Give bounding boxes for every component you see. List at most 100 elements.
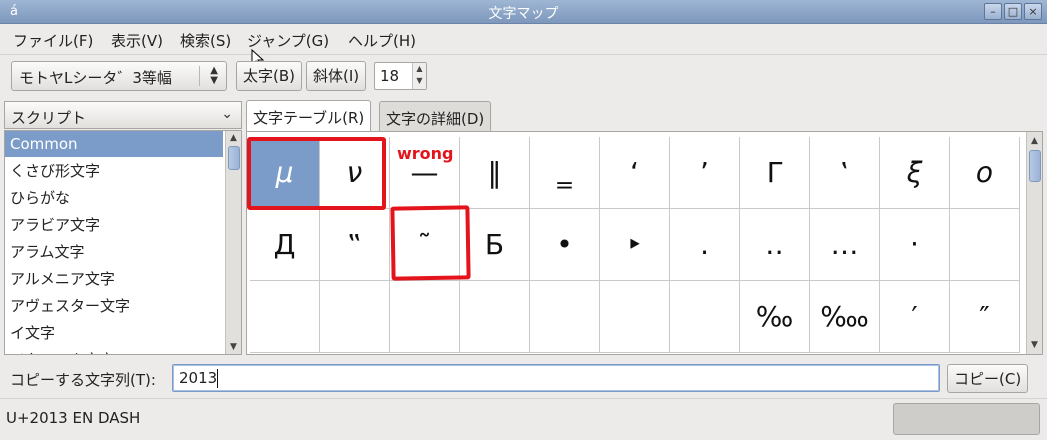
char-cell[interactable]: Д <box>250 209 320 281</box>
spinner-arrows-icon[interactable]: ▲ ▼ <box>412 63 426 89</box>
char-cell[interactable]: ‱ <box>810 281 880 353</box>
font-name: モトヤLシータ゛3等幅 <box>19 69 172 87</box>
font-size-spinner[interactable]: 18 ▲ ▼ <box>374 62 427 90</box>
character-grid: μ ν — ‖ ‗ ‘’ Γ ‛ ξ ο Д ‟ ˜ Б • ‣ ․ ‥… ‧ ‰ ‱ ′ ″ <box>250 137 1021 353</box>
copy-row: コピーする文字列(T): 2013 コピー(C) <box>0 360 1047 398</box>
scroll-up-icon[interactable]: ▲ <box>226 131 241 145</box>
char-cell[interactable] <box>670 281 740 353</box>
char-cell[interactable] <box>530 281 600 353</box>
char-cell[interactable]: ‗ <box>530 137 600 209</box>
tab-bar: 文字テーブル(R) 文字の詳細(D) <box>246 100 1046 132</box>
char-cell[interactable] <box>600 281 670 353</box>
char-cell[interactable]: μ <box>250 137 320 209</box>
char-cell[interactable] <box>390 281 460 353</box>
script-dropdown[interactable]: スクリプト ⌄ <box>4 101 242 129</box>
char-glyph: ‗ <box>557 156 572 189</box>
combo-separator <box>199 66 200 86</box>
script-item[interactable]: イ文字 <box>5 320 223 346</box>
menu-search[interactable]: 検索(S) <box>180 30 231 51</box>
char-cell[interactable]: • <box>530 209 600 281</box>
minimize-button[interactable]: – <box>984 3 1002 20</box>
close-button[interactable]: × <box>1024 3 1042 20</box>
character-table-frame: μ ν — ‖ ‗ ‘’ Γ ‛ ξ ο Д ‟ ˜ Б • ‣ ․ ‥… ‧ ‰ ‱ ′ ″ ▲ ▼ <box>246 131 1043 355</box>
script-item[interactable]: アラム文字 <box>5 239 223 265</box>
menu-file[interactable]: ファイル(F) <box>13 30 93 51</box>
script-item[interactable]: くさび形文字 <box>5 158 223 184</box>
char-cell[interactable]: ‖ <box>460 137 530 209</box>
char-cell[interactable]: ‰ <box>740 281 810 353</box>
scroll-up-icon[interactable]: ▲ <box>1027 134 1042 148</box>
char-cell[interactable]: ‣ <box>600 209 670 281</box>
char-glyph: ‘ <box>630 156 639 189</box>
char-cell[interactable]: ξ <box>880 137 950 209</box>
font-selector[interactable]: モトヤLシータ゛3等幅 ▲ ▼ <box>11 61 227 91</box>
char-cell[interactable]: ν <box>320 137 390 209</box>
char-cell[interactable] <box>460 281 530 353</box>
char-cell[interactable]: ‥ <box>740 209 810 281</box>
char-glyph: • <box>556 228 573 261</box>
menu-jump[interactable]: ジャンプ(G) <box>247 30 329 51</box>
char-cell[interactable]: ’ <box>670 137 740 209</box>
char-glyph: ‣ <box>626 228 643 261</box>
combo-arrows-icon: ▲ ▼ <box>210 65 218 86</box>
scroll-down-icon[interactable]: ▼ <box>1027 338 1042 352</box>
copy-string-input[interactable]: 2013 <box>172 364 940 392</box>
maximize-button[interactable]: □ <box>1004 3 1022 20</box>
chevron-down-icon: ⌄ <box>221 106 233 122</box>
char-cell[interactable]: ο <box>950 137 1020 209</box>
char-glyph: ‧ <box>910 228 919 261</box>
char-cell[interactable]: ˜ <box>390 209 460 281</box>
char-cell[interactable]: ‟ <box>320 209 390 281</box>
script-item[interactable]: Common <box>5 131 223 157</box>
script-list-scrollbar[interactable]: ▲ ▼ <box>225 131 241 354</box>
char-glyph: ο <box>975 156 994 189</box>
tab-character-table[interactable]: 文字テーブル(R) <box>246 100 372 132</box>
char-cell[interactable] <box>320 281 390 353</box>
char-cell[interactable] <box>250 281 320 353</box>
script-item[interactable]: アラビア文字 <box>5 212 223 238</box>
scroll-thumb[interactable] <box>228 146 240 170</box>
char-cell[interactable]: ‘ <box>600 137 670 209</box>
char-glyph: ‥ <box>765 228 784 261</box>
char-cell[interactable]: … <box>810 209 880 281</box>
grid-scrollbar[interactable]: ▲ ▼ <box>1026 132 1042 354</box>
status-text: U+2013 EN DASH <box>6 409 141 427</box>
bold-button[interactable]: 太字(B) <box>236 61 302 91</box>
annotation-wrong-label: wrong <box>397 144 454 163</box>
char-glyph: ․ <box>699 228 710 261</box>
scroll-thumb[interactable] <box>1029 150 1041 182</box>
copy-button[interactable]: コピー(C) <box>947 364 1029 393</box>
char-glyph: ‟ <box>347 228 362 261</box>
char-glyph: Д <box>273 228 296 261</box>
char-glyph: Б <box>484 228 505 261</box>
char-glyph: Γ <box>766 156 783 189</box>
text-caret <box>217 369 218 388</box>
script-item[interactable]: ひらがな <box>5 185 223 211</box>
char-cell[interactable]: Γ <box>740 137 810 209</box>
italic-button[interactable]: 斜体(I) <box>306 61 367 91</box>
char-cell[interactable]: ․ <box>670 209 740 281</box>
tab-character-details[interactable]: 文字の詳細(D) <box>379 101 492 131</box>
font-size-value: 18 <box>380 67 400 85</box>
scroll-down-icon[interactable]: ▼ <box>226 340 241 354</box>
script-dropdown-label: スクリプト <box>11 109 87 127</box>
copy-string-value: 2013 <box>179 369 218 387</box>
status-progress-box <box>893 403 1040 435</box>
char-glyph: μ <box>275 156 294 189</box>
script-item[interactable]: アヴェスター文字 <box>5 293 223 319</box>
script-item[interactable]: イタリック文字 <box>5 347 223 354</box>
title-bar: á 文字マップ – □ × <box>0 0 1047 24</box>
char-cell[interactable]: Б <box>460 209 530 281</box>
script-item[interactable]: アルメニア文字 <box>5 266 223 292</box>
script-list: Common くさび形文字 ひらがな アラビア文字 アラム文字 アルメニア文字 … <box>4 130 242 355</box>
menu-help[interactable]: ヘルプ(H) <box>348 30 416 51</box>
char-cell[interactable] <box>950 209 1020 281</box>
char-glyph: … <box>830 228 859 261</box>
char-cell[interactable]: ′ <box>880 281 950 353</box>
menu-view[interactable]: 表示(V) <box>111 30 163 51</box>
char-cell[interactable]: ‛ <box>810 137 880 209</box>
char-cell[interactable]: ‧ <box>880 209 950 281</box>
char-cell[interactable]: ″ <box>950 281 1020 353</box>
window-title: 文字マップ <box>488 6 559 22</box>
char-glyph: ξ <box>906 156 923 189</box>
